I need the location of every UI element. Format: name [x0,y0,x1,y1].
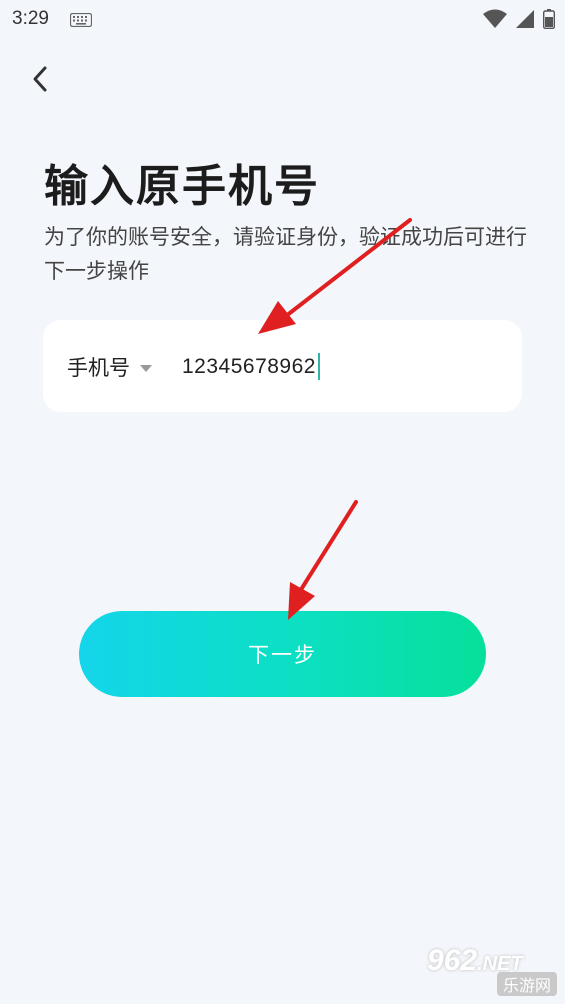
phone-input-value: 12345678962 [182,354,316,378]
page-title: 输入原手机号 [44,161,320,212]
status-time: 3:29 [12,8,49,29]
next-button-label: 下一步 [248,643,317,667]
dropdown-arrow-icon [140,358,152,377]
keyboard-icon [69,12,93,31]
phone-input-card: 手机号 12345678962 [43,320,522,412]
phone-input[interactable]: 12345678962 [182,353,320,380]
watermark-subtitle: 乐游网 [496,972,557,996]
watermark-logo: 962.NET 乐游网 [427,944,557,996]
phone-label: 手机号 [67,356,130,380]
next-button[interactable]: 下一步 [79,611,486,697]
back-button[interactable] [24,62,58,96]
country-code-selector[interactable]: 手机号 [67,352,152,382]
status-bar: 3:29 [0,0,565,38]
page-subtitle: 为了你的账号安全，请验证身份，验证成功后可进行下一步操作 [44,225,527,283]
status-icons [483,9,556,33]
wifi-icon [483,9,507,33]
text-cursor [317,353,320,380]
battery-icon [542,9,556,33]
annotation-arrow-2 [288,500,358,620]
signal-icon [515,9,535,33]
chevron-left-icon [24,66,58,100]
